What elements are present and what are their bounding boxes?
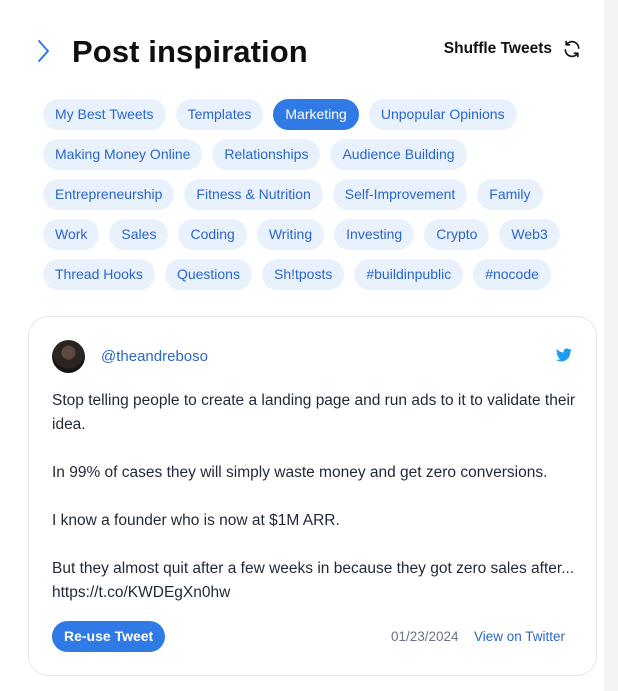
category-chip[interactable]: Family — [477, 179, 543, 210]
category-chip[interactable]: #buildinpublic — [354, 259, 464, 290]
category-chip[interactable]: Self-Improvement — [332, 179, 468, 210]
category-chip[interactable]: Questions — [164, 259, 252, 290]
tweet-card: @theandreboso Stop telling people to cre… — [28, 316, 597, 676]
category-chip[interactable]: Thread Hooks — [43, 259, 155, 290]
tweet-paragraph: But they almost quit after a few weeks i… — [52, 560, 575, 601]
view-on-twitter-link[interactable]: View on Twitter — [474, 629, 565, 644]
tweet-text: Stop telling people to create a landing … — [52, 389, 582, 605]
shuffle-tweets-button[interactable]: Shuffle Tweets — [444, 39, 582, 59]
category-chip[interactable]: Crypto — [424, 219, 490, 250]
category-chip[interactable]: Templates — [175, 99, 264, 130]
category-chip[interactable]: Sales — [109, 219, 169, 250]
chip-row: Thread Hooks Questions Sh!tposts #buildinpu… — [43, 259, 583, 290]
chevron-right-icon[interactable] — [34, 38, 52, 64]
page-title: Post inspiration — [72, 34, 308, 69]
category-chip[interactable]: Making Money Online — [43, 139, 203, 170]
tweet-paragraph: In 99% of cases they will simply waste m… — [52, 464, 548, 481]
tweet-date: 01/23/2024 — [391, 629, 459, 644]
category-chip[interactable]: Coding — [178, 219, 247, 250]
twitter-icon[interactable] — [556, 348, 572, 362]
header: Post inspiration Shuffle Tweets — [34, 30, 586, 74]
chip-row: Making Money Online Relationships Audience… — [43, 139, 583, 170]
category-chip[interactable]: Fitness & Nutrition — [184, 179, 323, 210]
category-chip[interactable]: Sh!tposts — [261, 259, 345, 290]
reuse-tweet-button[interactable]: Re-use Tweet — [52, 621, 166, 652]
category-chip[interactable]: My Best Tweets — [43, 99, 166, 130]
refresh-icon — [564, 40, 580, 58]
tweet-handle[interactable]: @theandreboso — [101, 348, 208, 365]
category-chip[interactable]: #nocode — [473, 259, 551, 290]
category-chip[interactable]: Web3 — [499, 219, 560, 250]
category-chip[interactable]: Relationships — [212, 139, 321, 170]
category-chip[interactable]: Work — [43, 219, 100, 250]
chip-row: Entrepreneurship Fitness & Nutrition Self-… — [43, 179, 583, 210]
chip-row: Work Sales Coding Writing Investing Crypto Web… — [43, 219, 583, 250]
category-chip[interactable]: Investing — [334, 219, 415, 250]
category-chips: My Best Tweets Templates Marketing Unpopula… — [43, 99, 583, 299]
category-chip[interactable]: Unpopular Opinions — [368, 99, 517, 130]
category-chip[interactable]: Audience Building — [330, 139, 467, 170]
chip-row: My Best Tweets Templates Marketing Unpopula… — [43, 99, 583, 130]
category-chip[interactable]: Entrepreneurship — [43, 179, 175, 210]
avatar — [52, 340, 85, 373]
tweet-paragraph: Stop telling people to create a landing … — [52, 392, 576, 433]
shuffle-tweets-label: Shuffle Tweets — [443, 40, 552, 57]
scrollbar-track — [604, 0, 618, 691]
tweet-paragraph: I know a founder who is now at $1M ARR. — [52, 512, 340, 529]
category-chip[interactable]: Marketing — [273, 99, 359, 130]
category-chip[interactable]: Writing — [256, 219, 325, 250]
